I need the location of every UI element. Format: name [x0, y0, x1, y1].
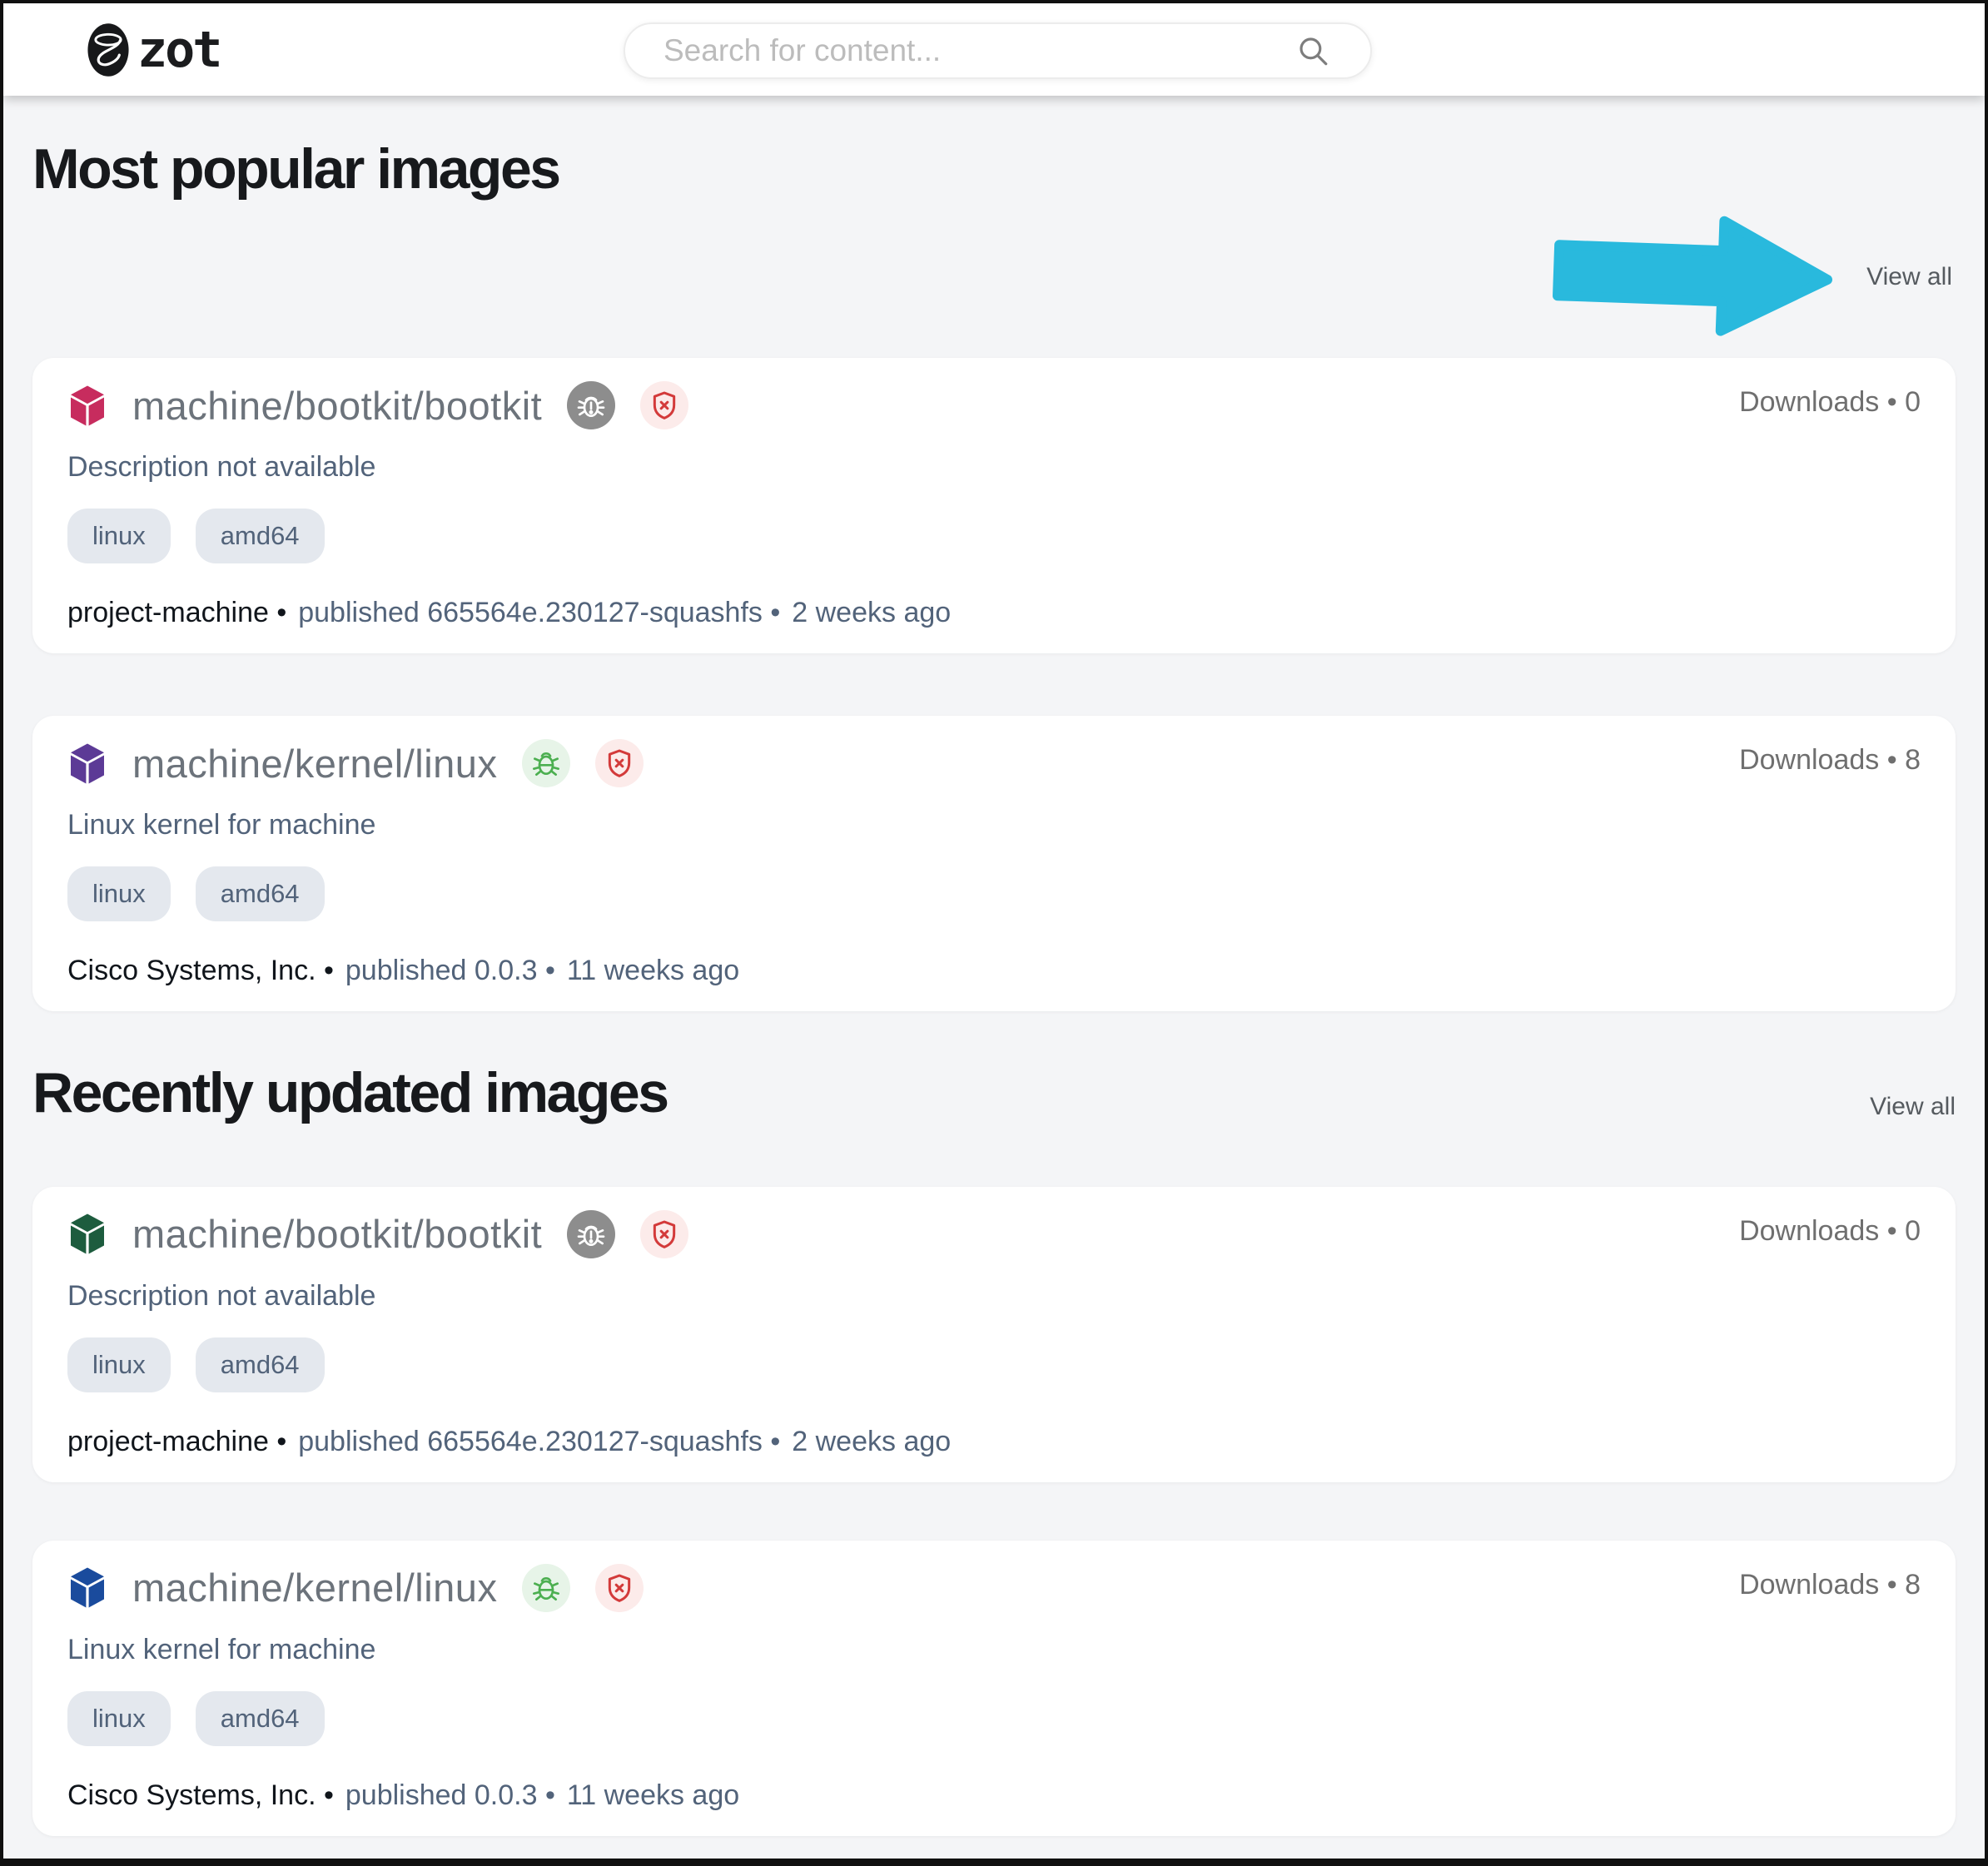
- last-updated: 2 weeks ago: [792, 597, 952, 628]
- repo-name: machine/bootkit/bootkit: [132, 1212, 543, 1257]
- published-version: published 0.0.3 •: [345, 955, 555, 986]
- vulnerability-scan-icon: [567, 1209, 616, 1258]
- section-header-most-popular: Most popular images View all: [32, 141, 1956, 358]
- page-title: Most popular images: [32, 137, 561, 201]
- cube-icon: [67, 1566, 107, 1610]
- cube-icon: [67, 1212, 107, 1256]
- tag-list: linux amd64: [67, 1337, 1921, 1392]
- section-header-recently-updated: Recently updated images View all: [32, 1065, 1956, 1121]
- repo-name: machine/bootkit/bootkit: [132, 383, 543, 428]
- image-card[interactable]: machine/kernel/linux Downloads • 8 Linux…: [32, 1540, 1956, 1836]
- image-tag: linux: [67, 1690, 171, 1746]
- tag-list: linux amd64: [67, 866, 1921, 921]
- publisher: Cisco Systems, Inc. •: [67, 1779, 334, 1811]
- tag-list: linux amd64: [67, 1690, 1921, 1746]
- last-updated: 2 weeks ago: [792, 1425, 952, 1457]
- cube-icon: [67, 384, 107, 428]
- image-tag: linux: [67, 866, 171, 921]
- publisher: project-machine •: [67, 597, 287, 628]
- annotation-arrow: [1549, 201, 1841, 349]
- published-version: published 0.0.3 •: [345, 1779, 555, 1811]
- downloads-count: Downloads • 8: [1739, 1568, 1921, 1600]
- published-version: published 665564e.230127-squashfs •: [298, 597, 781, 628]
- page: zot Most popular images View all: [0, 0, 1988, 1866]
- downloads-count: Downloads • 0: [1739, 1214, 1921, 1247]
- main-content: Most popular images View all machine/boo…: [3, 141, 1985, 1836]
- signature-icon: [595, 1563, 644, 1612]
- image-tag: linux: [67, 1337, 171, 1392]
- zot-logo-icon: [87, 22, 129, 77]
- search-icon[interactable]: [1295, 33, 1330, 68]
- image-card[interactable]: machine/bootkit/bootkit Downloads • 0 De…: [32, 1186, 1956, 1482]
- app-header: zot: [3, 3, 1985, 96]
- last-updated: 11 weeks ago: [566, 955, 740, 986]
- signature-icon: [595, 739, 644, 787]
- repo-description: Description not available: [67, 451, 376, 483]
- zot-logo[interactable]: zot: [87, 18, 222, 82]
- image-card[interactable]: machine/kernel/linux Downloads • 8 Linux…: [32, 716, 1956, 1011]
- repo-description: Linux kernel for machine: [67, 809, 376, 841]
- vulnerability-scan-icon: [522, 1563, 571, 1612]
- repo-description: Linux kernel for machine: [67, 1633, 376, 1665]
- signature-icon: [640, 1209, 689, 1258]
- zot-logo-text: zot: [137, 20, 222, 79]
- cube-icon: [67, 742, 107, 786]
- view-all-link[interactable]: View all: [1866, 263, 1952, 291]
- last-updated: 11 weeks ago: [566, 1779, 740, 1811]
- search-bar: [624, 22, 1372, 79]
- vulnerability-scan-icon: [567, 381, 616, 429]
- repo-name: machine/kernel/linux: [132, 741, 498, 786]
- image-tag: amd64: [195, 866, 325, 921]
- published-version: published 665564e.230127-squashfs •: [298, 1425, 781, 1457]
- image-tag: amd64: [195, 509, 325, 563]
- publisher: project-machine •: [67, 1425, 287, 1457]
- image-tag: amd64: [195, 1337, 325, 1392]
- tag-list: linux amd64: [67, 509, 1921, 563]
- vulnerability-scan-icon: [522, 739, 571, 787]
- repo-description: Description not available: [67, 1279, 376, 1312]
- downloads-count: Downloads • 0: [1739, 386, 1921, 418]
- downloads-count: Downloads • 8: [1739, 744, 1921, 776]
- image-card[interactable]: machine/bootkit/bootkit Downloads • 0 De…: [32, 358, 1956, 653]
- section-title: Recently updated images: [32, 1061, 669, 1124]
- publisher: Cisco Systems, Inc. •: [67, 955, 334, 986]
- image-tag: amd64: [195, 1690, 325, 1746]
- repo-name: machine/kernel/linux: [132, 1566, 498, 1610]
- search-input[interactable]: [662, 32, 1295, 69]
- view-all-link[interactable]: View all: [1870, 1093, 1956, 1121]
- signature-icon: [640, 381, 689, 429]
- image-tag: linux: [67, 509, 171, 563]
